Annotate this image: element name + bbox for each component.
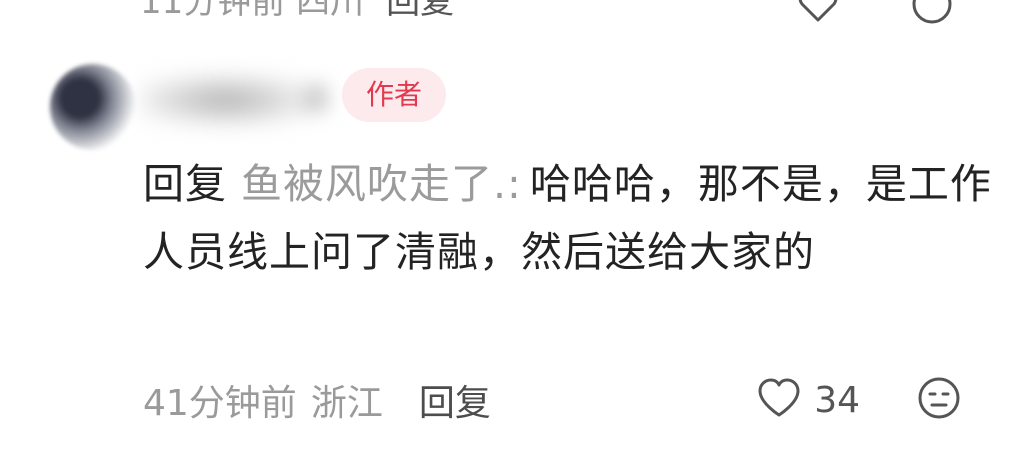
previous-comment-actions <box>796 0 954 30</box>
emoji-reaction-button[interactable] <box>916 375 962 425</box>
previous-comment-footer: 11分钟前 四川 回复 <box>140 0 454 22</box>
heart-outline-icon[interactable] <box>796 0 840 28</box>
author-badge: 作者 <box>342 68 447 122</box>
emoji-face-icon <box>916 375 962 425</box>
avatar[interactable] <box>50 64 136 150</box>
comment-time: 41分钟前 <box>143 383 297 424</box>
reply-button[interactable]: 回复 <box>419 374 491 426</box>
comment-header: 道 作者 <box>40 56 540 150</box>
comment-footer: 41分钟前 浙江 回复 <box>143 372 491 428</box>
reply-prefix: 回复 <box>143 160 227 208</box>
comment-actions: 34 <box>756 370 962 430</box>
reply-target-username[interactable]: 鱼被风吹走了. <box>241 160 507 208</box>
like-count: 34 <box>814 379 860 421</box>
heart-outline-icon <box>756 377 802 423</box>
previous-comment-reply-button[interactable]: 回复 <box>386 0 454 23</box>
reply-separator: : <box>507 160 522 208</box>
comment-body: 回复 鱼被风吹走了.: 哈哈哈，那不是，是工作人员线上问了清融，然后送给大家的 <box>143 150 993 286</box>
username-blurred[interactable]: 道 <box>140 70 330 130</box>
like-button[interactable]: 34 <box>756 377 860 423</box>
emoji-face-icon[interactable] <box>910 0 954 30</box>
comment-location: 浙江 <box>310 383 383 424</box>
previous-comment-meta: 11分钟前 四川 <box>140 0 365 22</box>
